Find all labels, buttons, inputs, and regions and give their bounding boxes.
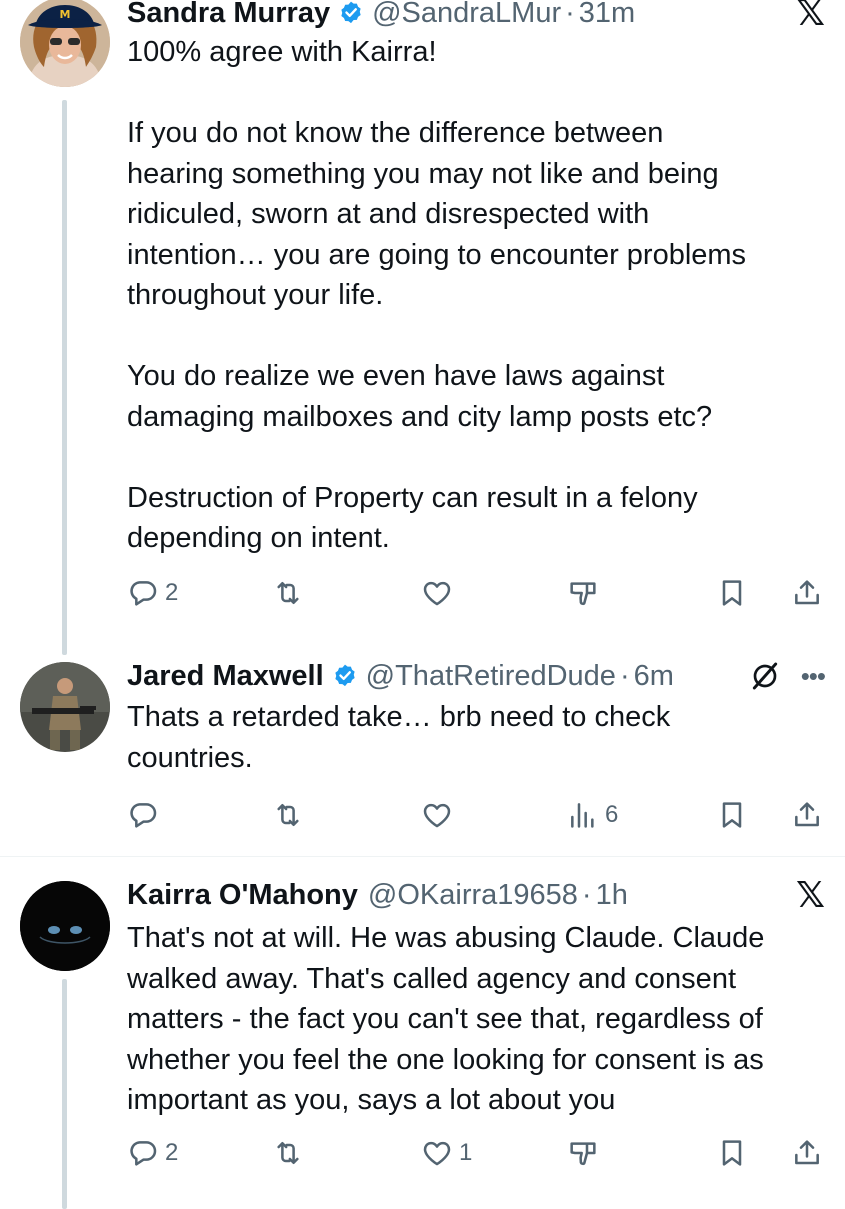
like-icon <box>421 577 453 609</box>
display-name[interactable]: Jared Maxwell <box>127 660 324 693</box>
handle[interactable]: @OKairra19658 <box>368 879 578 912</box>
display-name[interactable]: Kairra O'Mahony <box>127 879 358 912</box>
share-button[interactable] <box>791 571 823 615</box>
like-button[interactable] <box>421 793 453 837</box>
tweet-header: Kairra O'Mahony @OKairra19658 · 1h 𝕏 <box>127 875 825 915</box>
share-button[interactable] <box>791 793 823 837</box>
views-icon <box>567 799 599 831</box>
verified-badge-icon <box>338 0 364 26</box>
grok-icon[interactable] <box>749 660 781 692</box>
reply-button[interactable] <box>127 793 159 837</box>
dislike-button[interactable] <box>567 1131 599 1175</box>
tweet-text: Thats a retarded take… brb need to check… <box>127 701 671 774</box>
share-icon <box>791 1137 823 1169</box>
share-button[interactable] <box>791 1131 823 1175</box>
retweet-button[interactable] <box>272 1131 304 1175</box>
dislike-icon <box>567 577 599 609</box>
bookmark-icon <box>716 577 748 609</box>
views-button[interactable]: 6 <box>567 793 618 837</box>
retweet-button[interactable] <box>272 793 304 837</box>
tweet-sandra-murray[interactable]: M Sandra Murray @SandraLMur · 31m 𝕏 100%… <box>0 0 845 655</box>
x-logo-icon: 𝕏 <box>795 0 825 33</box>
reply-button[interactable]: 2 <box>127 1131 178 1175</box>
avatar[interactable]: M <box>20 0 110 87</box>
retweet-icon <box>272 799 304 831</box>
avatar[interactable] <box>20 662 110 752</box>
thread-line <box>62 100 67 655</box>
bookmark-button[interactable] <box>716 793 748 837</box>
action-bar: 2 1 <box>127 1131 827 1175</box>
separator-dot: · <box>565 0 575 29</box>
tweet-header: Jared Maxwell @ThatRetiredDude · 6m ••• <box>127 656 826 696</box>
tweet-jared-maxwell[interactable]: Jared Maxwell @ThatRetiredDude · 6m ••• … <box>0 640 845 856</box>
bookmark-button[interactable] <box>716 1131 748 1175</box>
share-icon <box>791 577 823 609</box>
views-count: 6 <box>605 801 619 828</box>
timestamp[interactable]: 6m <box>634 660 674 693</box>
like-button[interactable]: 1 <box>421 1131 472 1175</box>
more-icon[interactable]: ••• <box>801 661 826 692</box>
action-bar: 6 <box>127 793 827 837</box>
reply-icon <box>127 577 159 609</box>
verified-badge-icon <box>332 663 358 689</box>
like-button[interactable] <box>421 571 453 615</box>
x-logo-icon: 𝕏 <box>795 874 825 915</box>
like-icon <box>421 1137 453 1169</box>
tweet-kairra-omahony[interactable]: Kairra O'Mahony @OKairra19658 · 1h 𝕏 Tha… <box>0 857 845 1209</box>
bookmark-button[interactable] <box>716 571 748 615</box>
bookmark-icon <box>716 799 748 831</box>
dislike-button[interactable] <box>567 571 599 615</box>
share-icon <box>791 799 823 831</box>
reply-count: 2 <box>165 1139 179 1166</box>
reply-icon <box>127 1137 159 1169</box>
retweet-icon <box>272 577 304 609</box>
like-icon <box>421 799 453 831</box>
display-name[interactable]: Sandra Murray <box>127 0 330 30</box>
dislike-icon <box>567 1137 599 1169</box>
reply-count: 2 <box>165 579 179 606</box>
tweet-text: 100% agree with Kairra! If you do not kn… <box>127 36 747 554</box>
bookmark-icon <box>716 1137 748 1169</box>
separator-dot: · <box>581 878 592 911</box>
timestamp[interactable]: 1h <box>596 879 628 912</box>
tweet-header: Sandra Murray @SandraLMur · 31m 𝕏 <box>127 0 825 33</box>
retweet-icon <box>272 1137 304 1169</box>
like-count: 1 <box>459 1139 473 1166</box>
tweet-text: That's not at will. He was abusing Claud… <box>127 922 765 1116</box>
avatar[interactable] <box>20 881 110 971</box>
timestamp[interactable]: 31m <box>579 0 635 30</box>
thread-line <box>62 979 67 1209</box>
action-bar: 2 <box>127 571 827 615</box>
handle[interactable]: @SandraLMur <box>372 0 561 30</box>
separator-dot: · <box>619 659 630 692</box>
retweet-button[interactable] <box>272 571 304 615</box>
svg-text:M: M <box>60 8 71 21</box>
reply-button[interactable]: 2 <box>127 571 178 615</box>
handle[interactable]: @ThatRetiredDude <box>366 660 616 693</box>
reply-icon <box>127 799 159 831</box>
